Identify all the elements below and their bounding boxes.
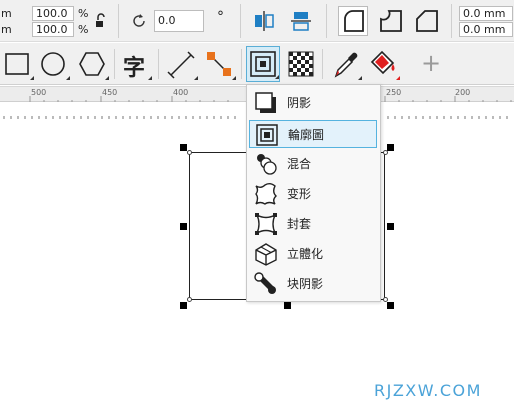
flyout-item-label: 混合 bbox=[287, 157, 312, 171]
separator bbox=[240, 4, 241, 38]
scale-y-percent: % bbox=[78, 23, 89, 36]
distort-icon bbox=[253, 182, 279, 206]
transparency-tool[interactable] bbox=[285, 46, 317, 82]
mirror-vertical-icon[interactable] bbox=[289, 9, 313, 33]
selection-handle[interactable] bbox=[180, 223, 187, 230]
flyout-item-drop-shadow[interactable]: 阴影 bbox=[249, 89, 377, 117]
add-tool-button[interactable]: + bbox=[421, 49, 441, 77]
corner-node[interactable] bbox=[383, 297, 388, 302]
lock-ratio-icon[interactable] bbox=[94, 13, 108, 29]
separator bbox=[322, 49, 323, 79]
flyout-arrow-icon bbox=[358, 76, 362, 80]
mirror-horizontal-icon[interactable] bbox=[252, 9, 276, 33]
flyout-item-contour[interactable]: 輪廓圖 bbox=[249, 120, 377, 148]
watermark: RJZXW.COM bbox=[374, 381, 482, 400]
flyout-arrow-icon bbox=[194, 76, 198, 80]
scale-y-input[interactable]: 100.0 bbox=[32, 22, 74, 37]
selection-handle[interactable] bbox=[180, 144, 187, 151]
separator bbox=[158, 49, 159, 79]
corner-node[interactable] bbox=[187, 150, 192, 155]
scale-x-input[interactable]: 100.0 bbox=[32, 6, 74, 21]
flyout-arrow-icon bbox=[275, 75, 279, 79]
flyout-item-extrude[interactable]: 立體化 bbox=[249, 240, 377, 268]
toolbox: 字 + bbox=[0, 43, 514, 85]
flyout-arrow-icon bbox=[396, 76, 400, 80]
flyout-item-label: 輪廓圖 bbox=[288, 128, 325, 142]
flyout-arrow-icon bbox=[66, 76, 70, 80]
ellipse-tool[interactable] bbox=[38, 46, 70, 82]
rotate-icon bbox=[130, 12, 148, 30]
interactive-fill-tool[interactable] bbox=[366, 46, 400, 82]
flyout-item-blend[interactable]: 混合 bbox=[249, 150, 377, 178]
flyout-item-label: 立體化 bbox=[287, 247, 324, 261]
selection-handle[interactable] bbox=[387, 144, 394, 151]
flyout-item-label: 封套 bbox=[287, 217, 312, 231]
selection-handle[interactable] bbox=[284, 302, 291, 309]
flyout-arrow-icon bbox=[105, 76, 109, 80]
effects-tool-contour[interactable] bbox=[246, 46, 280, 82]
rectangle-tool[interactable] bbox=[2, 46, 34, 82]
separator bbox=[326, 4, 327, 38]
scallop-corner-icon[interactable] bbox=[377, 7, 405, 35]
flyout-item-envelope[interactable]: 封套 bbox=[249, 210, 377, 238]
flyout-item-label: 变形 bbox=[287, 187, 312, 201]
rotation-input[interactable]: 0.0 bbox=[154, 10, 204, 32]
scale-x-percent: % bbox=[78, 7, 89, 20]
flyout-item-block-shadow[interactable]: 块阴影 bbox=[249, 270, 377, 298]
separator bbox=[451, 4, 452, 38]
drop-shadow-icon bbox=[253, 91, 279, 115]
unit-stub-2: m bbox=[1, 23, 12, 36]
selection-handle[interactable] bbox=[387, 223, 394, 230]
flyout-arrow-icon bbox=[30, 76, 34, 80]
connector-tool[interactable] bbox=[202, 46, 236, 82]
separator bbox=[118, 4, 119, 38]
text-tool[interactable]: 字 bbox=[120, 46, 152, 82]
polygon-tool[interactable] bbox=[75, 46, 109, 82]
corner-node[interactable] bbox=[383, 150, 388, 155]
selection-handle[interactable] bbox=[387, 302, 394, 309]
chamfer-corner-icon[interactable] bbox=[413, 7, 441, 35]
flyout-arrow-icon bbox=[232, 76, 236, 80]
round-corner-icon[interactable] bbox=[338, 6, 368, 36]
corner-radius-bottom-input[interactable]: 0.0 mm bbox=[459, 22, 513, 37]
flyout-item-distort[interactable]: 变形 bbox=[249, 180, 377, 208]
unit-stub-1: m bbox=[1, 7, 12, 20]
flyout-item-label: 块阴影 bbox=[287, 277, 324, 291]
dimension-tool[interactable] bbox=[164, 46, 198, 82]
eyedropper-tool[interactable] bbox=[328, 46, 362, 82]
envelope-icon bbox=[253, 212, 279, 236]
effects-flyout-menu: 阴影 輪廓圖 混合 变形 封套 立體化 块阴影 bbox=[246, 84, 381, 302]
flyout-arrow-icon bbox=[148, 76, 152, 80]
flyout-item-label: 阴影 bbox=[287, 96, 312, 110]
property-bar: m m 100.0 100.0 % % 0.0 ° 0.0 mm 0.0 mm bbox=[0, 0, 514, 42]
text-tool-glyph: 字 bbox=[123, 56, 146, 81]
corner-node[interactable] bbox=[187, 297, 192, 302]
corner-radius-top-input[interactable]: 0.0 mm bbox=[459, 6, 513, 21]
separator bbox=[114, 49, 115, 79]
selection-handle[interactable] bbox=[180, 302, 187, 309]
extrude-icon bbox=[253, 242, 279, 266]
blend-icon bbox=[253, 152, 279, 176]
block-shadow-icon bbox=[253, 272, 279, 296]
contour-icon bbox=[254, 123, 280, 147]
separator bbox=[241, 49, 242, 79]
degree-sign: ° bbox=[217, 9, 224, 25]
